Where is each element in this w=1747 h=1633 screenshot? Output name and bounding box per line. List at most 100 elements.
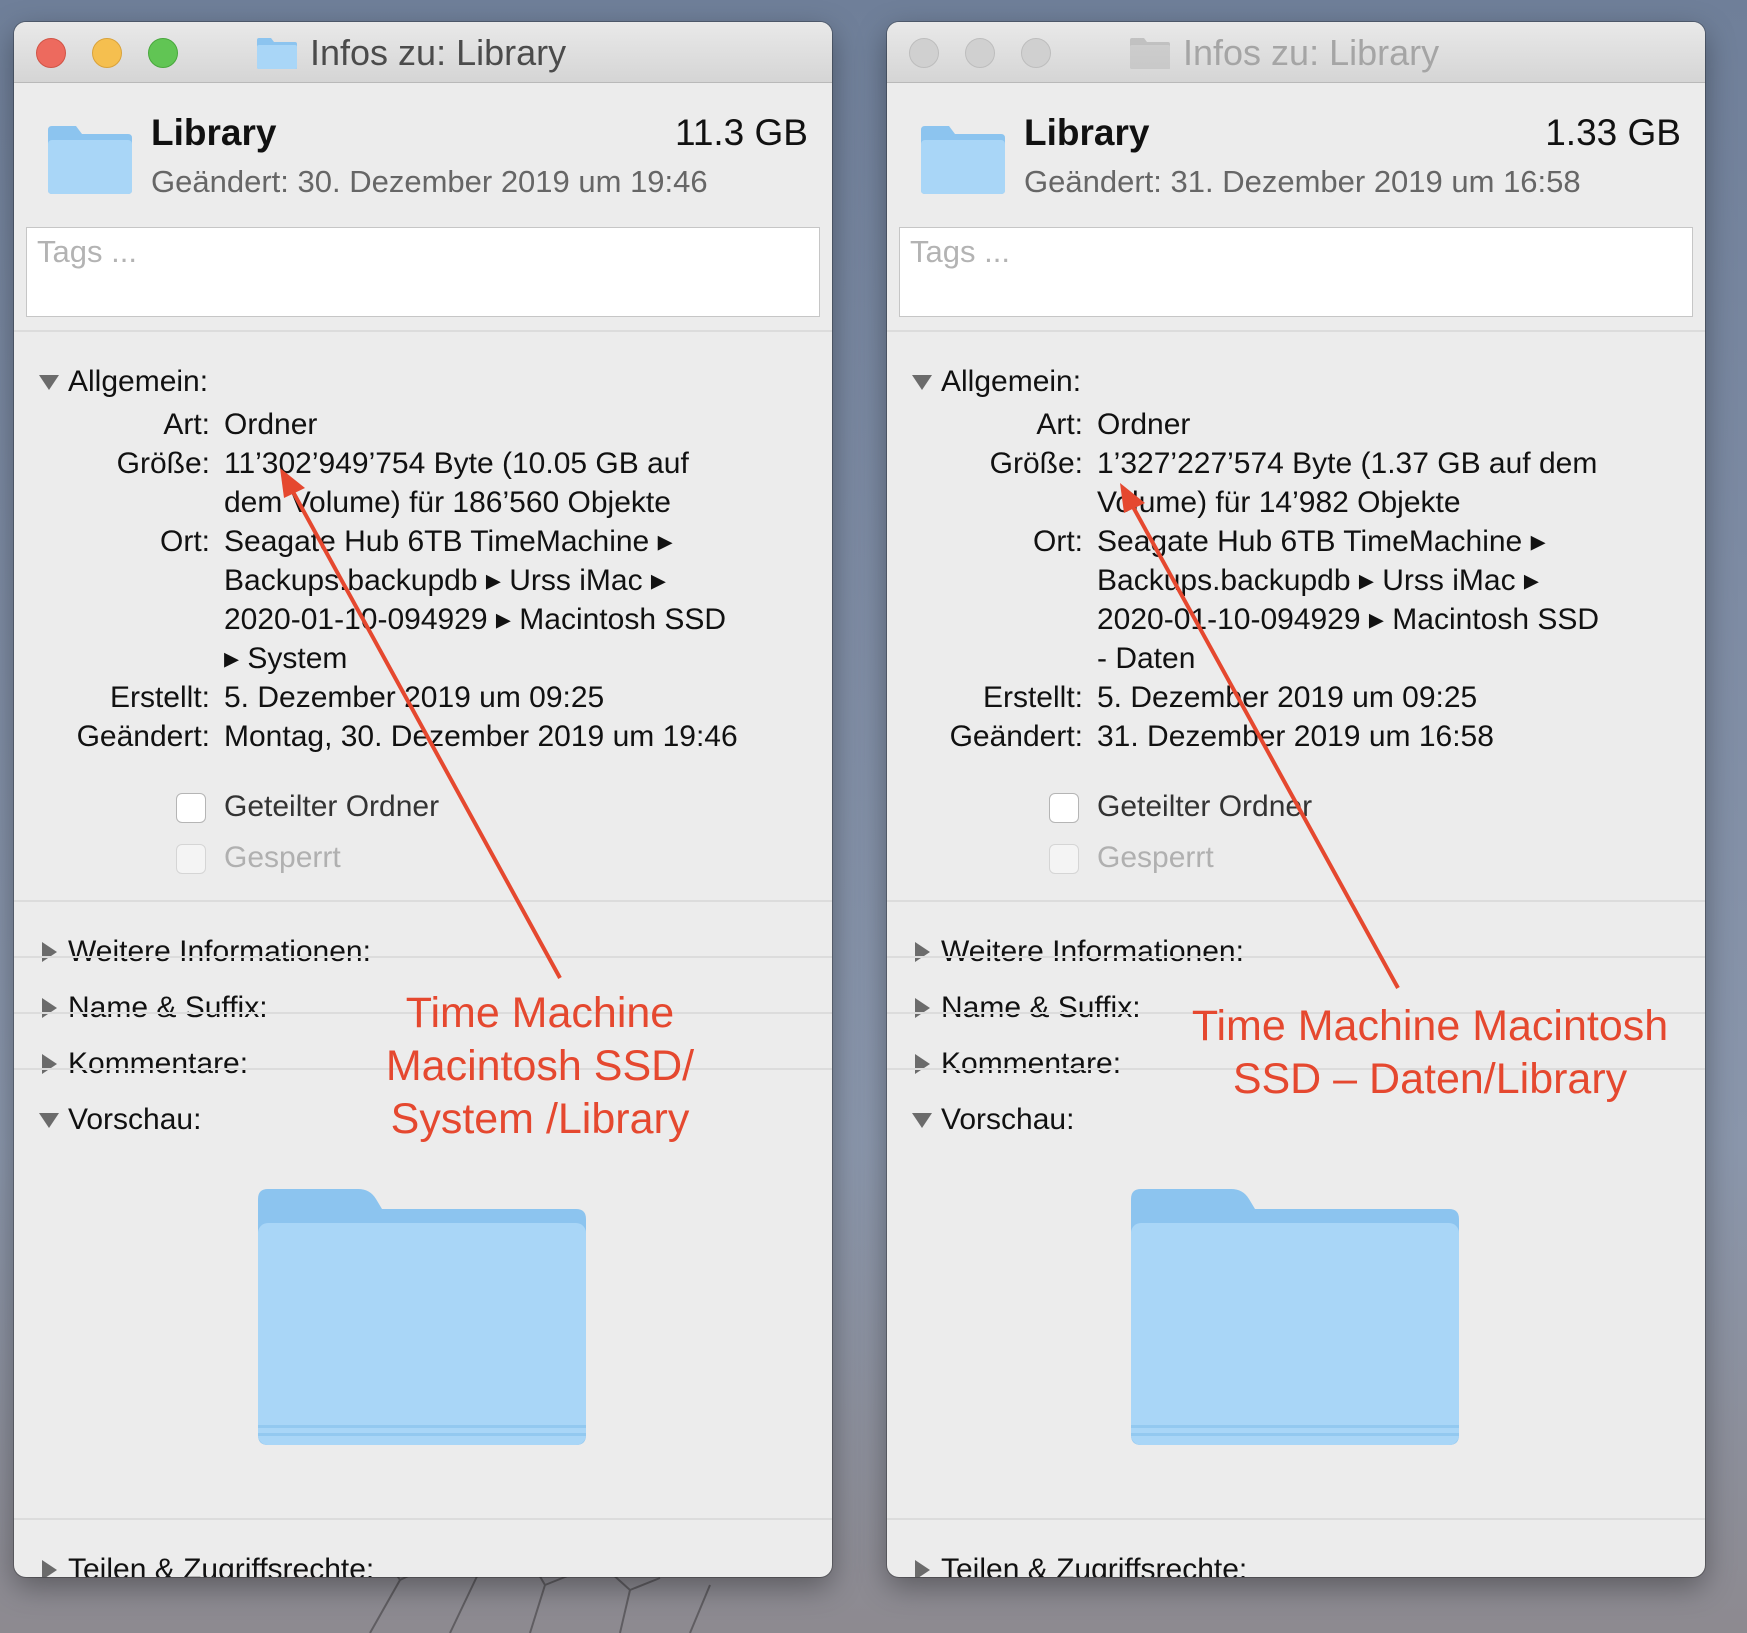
section-more-info[interactable]: Weitere Informationen: — [14, 929, 832, 975]
created-value: 5. Dezember 2019 um 09:25 — [1097, 681, 1478, 714]
preview-folder-icon — [1131, 1189, 1459, 1445]
disclosure-right-icon — [915, 1560, 930, 1577]
info-window-data-library: Infos zu: Library Library 1.33 GB Geände… — [887, 22, 1705, 1577]
location-line-3: 2020-01-10-094929 ▸ Macintosh SSD — [224, 603, 727, 636]
tags-field[interactable] — [899, 227, 1693, 317]
size-value-line-2: dem Volume) für 186’560 Objekte — [224, 486, 671, 519]
divider — [14, 330, 832, 332]
shared-folder-label[interactable]: Geteilter Ordner — [1097, 790, 1312, 824]
zoom-button[interactable] — [148, 38, 178, 68]
location-line-4: ▸ System — [224, 642, 348, 675]
preview-folder-icon — [258, 1189, 586, 1445]
section-preview-label: Vorschau: — [68, 1103, 202, 1136]
annotation-right: Time Machine Macintosh SSD – Daten/Libra… — [1170, 1000, 1690, 1106]
disclosure-down-icon — [912, 375, 932, 390]
item-size-summary: 1.33 GB — [1545, 112, 1681, 153]
divider — [887, 956, 1705, 958]
disclosure-right-icon — [915, 998, 930, 1018]
section-sharing[interactable]: Teilen & Zugriffsrechte: — [887, 1547, 1705, 1577]
size-value-line-1: 1’327’227’574 Byte (1.37 GB auf dem — [1097, 447, 1598, 480]
divider — [887, 1518, 1705, 1520]
created-label: Erstellt: — [109, 681, 210, 714]
size-value-line-1: 11’302’949’754 Byte (10.05 GB auf — [224, 447, 689, 480]
item-name: Library — [1024, 112, 1150, 153]
size-label: Größe: — [989, 447, 1083, 480]
shared-folder-label[interactable]: Geteilter Ordner — [224, 790, 439, 824]
annotation-left-line-2: Macintosh SSD/ — [385, 1042, 695, 1090]
disclosure-down-icon — [912, 1113, 932, 1128]
locked-checkbox — [176, 844, 206, 874]
modified-value: 31. Dezember 2019 um 16:58 — [1097, 720, 1494, 753]
section-sharing[interactable]: Teilen & Zugriffsrechte: — [14, 1547, 832, 1577]
kind-label: Art: — [163, 408, 210, 441]
item-name: Library — [151, 112, 277, 153]
kind-label: Art: — [1036, 408, 1083, 441]
folder-icon — [257, 38, 297, 69]
divider — [14, 900, 832, 902]
locked-label: Gesperrt — [224, 841, 341, 874]
zoom-button[interactable] — [1021, 38, 1051, 68]
annotation-right-line-2: SSD – Daten/Library — [1232, 1055, 1628, 1103]
info-window-system-library: Infos zu: Library Library 11.3 GB Geände… — [14, 22, 832, 1577]
folder-icon — [1130, 38, 1170, 69]
size-value-line-2: Volume) für 14’982 Objekte — [1097, 486, 1461, 519]
kind-value: Ordner — [224, 408, 318, 441]
section-preview-label: Vorschau: — [941, 1103, 1075, 1136]
location-line-2: Backups.backupdb ▸ Urss iMac ▸ — [1097, 564, 1539, 597]
disclosure-right-icon — [42, 1054, 57, 1074]
modified-value: Montag, 30. Dezember 2019 um 19:46 — [224, 720, 738, 753]
divider — [887, 330, 1705, 332]
disclosure-down-icon — [39, 375, 59, 390]
disclosure-down-icon — [39, 1113, 59, 1128]
modified-label: Geändert: — [76, 720, 210, 753]
modified-summary-label: Geändert: — [1024, 164, 1162, 199]
location-line-1: Seagate Hub 6TB TimeMachine ▸ — [1097, 525, 1546, 558]
modified-label: Geändert: — [949, 720, 1083, 753]
shared-folder-checkbox[interactable] — [176, 793, 206, 823]
section-more-info-label: Weitere Informationen: — [941, 935, 1244, 968]
annotation-left-line-3: System /Library — [390, 1095, 690, 1143]
folder-icon — [48, 126, 132, 194]
section-general-label: Allgemein: — [68, 365, 209, 398]
section-more-info-label: Weitere Informationen: — [68, 935, 371, 968]
window-title: Infos zu: Library — [1183, 32, 1440, 73]
disclosure-right-icon — [42, 998, 57, 1018]
kind-value: Ordner — [1097, 408, 1191, 441]
created-value: 5. Dezember 2019 um 09:25 — [224, 681, 605, 714]
modified-summary-value: 30. Dezember 2019 um 19:46 — [297, 164, 708, 199]
section-general-label: Allgemein: — [941, 365, 1082, 398]
minimize-button[interactable] — [92, 38, 122, 68]
size-label: Größe: — [116, 447, 210, 480]
titlebar[interactable]: Infos zu: Library — [887, 22, 1705, 83]
minimize-button[interactable] — [965, 38, 995, 68]
location-line-4: - Daten — [1097, 642, 1196, 675]
shared-folder-checkbox[interactable] — [1049, 793, 1079, 823]
section-more-info[interactable]: Weitere Informationen: — [887, 929, 1705, 975]
tags-input[interactable] — [27, 228, 807, 276]
annotation-right-line-1: Time Machine Macintosh — [1191, 1002, 1669, 1050]
section-general[interactable]: Allgemein: — [14, 359, 832, 405]
divider — [14, 1518, 832, 1520]
modified-summary-label: Geändert: — [151, 164, 289, 199]
annotation-left-line-1: Time Machine — [405, 989, 675, 1037]
disclosure-right-icon — [42, 1560, 57, 1577]
locked-checkbox — [1049, 844, 1079, 874]
location-line-1: Seagate Hub 6TB TimeMachine ▸ — [224, 525, 673, 558]
location-line-3: 2020-01-10-094929 ▸ Macintosh SSD — [1097, 603, 1600, 636]
divider — [14, 956, 832, 958]
window-title: Infos zu: Library — [310, 32, 567, 73]
close-button[interactable] — [36, 38, 66, 68]
section-sharing-label: Teilen & Zugriffsrechte: — [941, 1553, 1248, 1577]
section-comments-label: Kommentare: — [941, 1047, 1122, 1080]
folder-icon — [921, 126, 1005, 194]
section-sharing-label: Teilen & Zugriffsrechte: — [68, 1553, 375, 1577]
section-general[interactable]: Allgemein: — [887, 359, 1705, 405]
tags-input[interactable] — [900, 228, 1680, 276]
modified-summary-value: 31. Dezember 2019 um 16:58 — [1170, 164, 1581, 199]
section-comments-label: Kommentare: — [68, 1047, 249, 1080]
tags-field[interactable] — [26, 227, 820, 317]
close-button[interactable] — [909, 38, 939, 68]
locked-label: Gesperrt — [1097, 841, 1214, 874]
titlebar[interactable]: Infos zu: Library — [14, 22, 832, 83]
item-modified-summary: Geändert: 30. Dezember 2019 um 19:46 — [151, 164, 708, 200]
